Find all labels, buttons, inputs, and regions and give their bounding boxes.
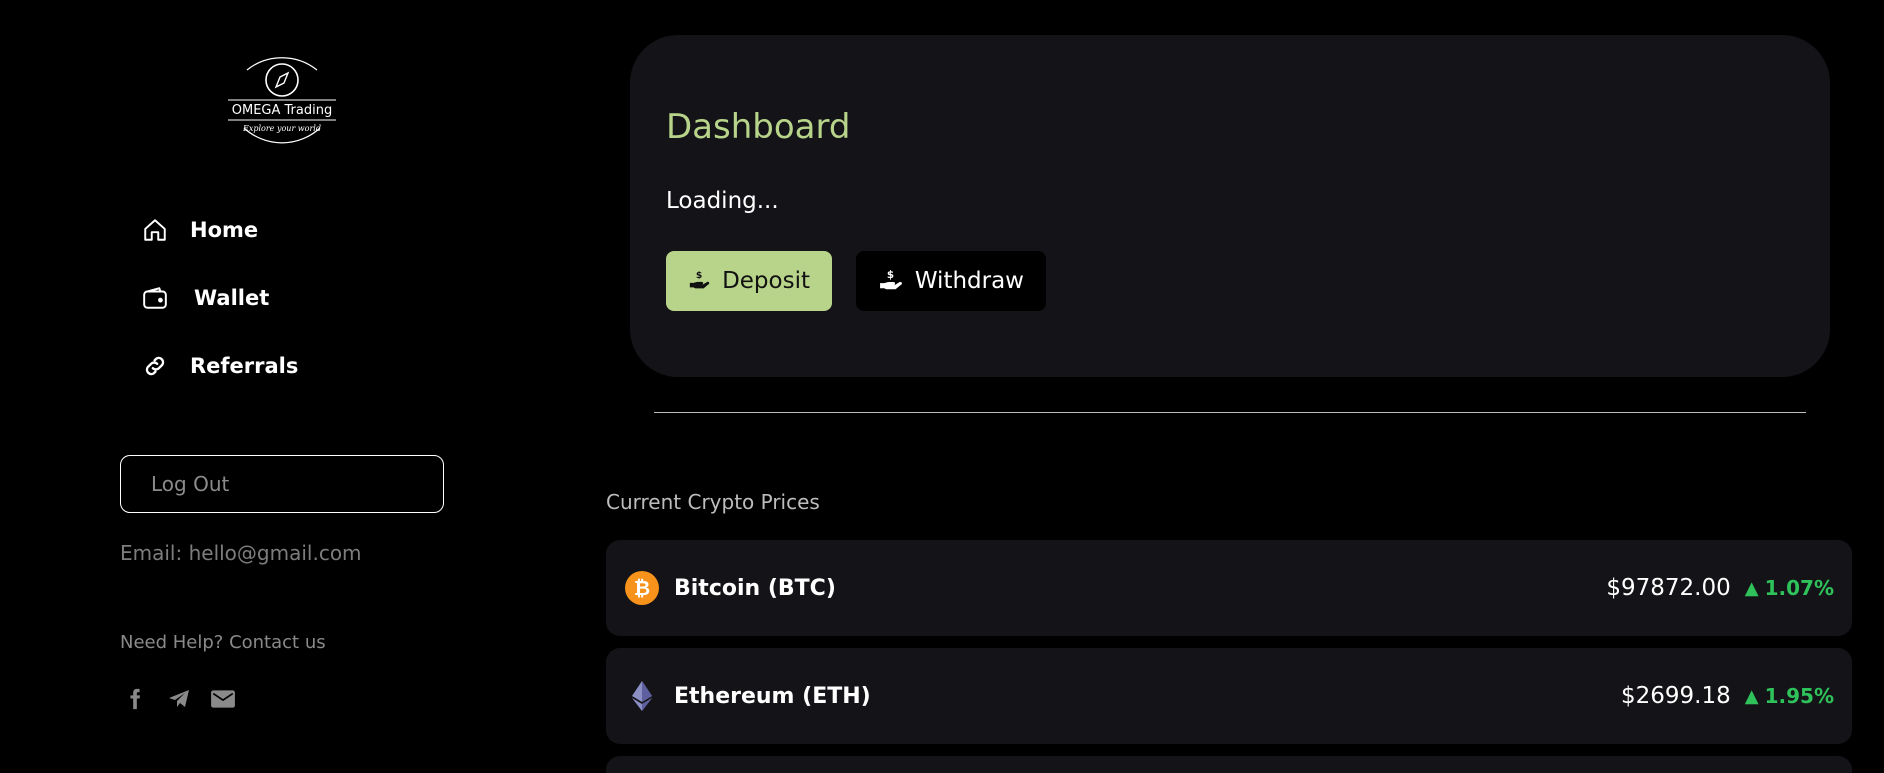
divider	[654, 412, 1806, 413]
sidebar-item-label: Wallet	[194, 286, 270, 310]
price-change-value: 1.95%	[1764, 684, 1834, 708]
svg-text:$: $	[696, 270, 702, 281]
brand-tagline: Explore your world	[242, 124, 321, 133]
coin-name: Bitcoin (BTC)	[674, 575, 836, 601]
sidebar-item-label: Referrals	[190, 354, 299, 378]
sidebar-item-wallet[interactable]: Wallet	[140, 278, 269, 318]
help-text: Need Help? Contact us	[120, 632, 326, 653]
bitcoin-icon: ₿	[624, 570, 660, 606]
svg-text:₿: ₿	[634, 576, 650, 600]
price-change-value: 1.07%	[1764, 576, 1834, 600]
svg-text:$: $	[887, 269, 894, 281]
price-row-ethereum[interactable]: Ethereum (ETH) $2699.18 ▲ 1.95%	[606, 648, 1852, 744]
triangle-up-icon: ▲	[1744, 577, 1759, 599]
triangle-up-icon: ▲	[1744, 685, 1759, 707]
coin-name: Ethereum (ETH)	[674, 683, 871, 709]
compass-logo-icon: OMEGA Trading Explore your world	[228, 57, 336, 144]
facebook-icon[interactable]	[120, 684, 150, 714]
loading-status: Loading...	[666, 188, 779, 214]
hand-dollar-icon: $	[689, 270, 710, 289]
logout-button[interactable]: Log Out	[120, 455, 444, 513]
telegram-icon[interactable]	[164, 684, 194, 714]
ethereum-icon	[624, 678, 660, 714]
mail-icon[interactable]	[208, 684, 238, 714]
price-change-badge: ▲ 1.07%	[1745, 576, 1834, 600]
price-row-partial[interactable]	[606, 756, 1852, 773]
social-links	[120, 684, 238, 714]
hand-dollar-icon: $	[880, 269, 902, 290]
withdraw-label: Withdraw	[914, 268, 1024, 294]
deposit-label: Deposit	[722, 268, 810, 294]
withdraw-button[interactable]: $ Withdraw	[856, 251, 1046, 311]
crypto-prices-title: Current Crypto Prices	[606, 490, 820, 514]
sidebar-item-referrals[interactable]: Referrals	[140, 346, 298, 386]
omega-trading-logo[interactable]: OMEGA Trading Explore your world	[222, 40, 342, 156]
coin-price: $97872.00	[1606, 575, 1731, 601]
price-change-badge: ▲ 1.95%	[1745, 684, 1834, 708]
deposit-button[interactable]: $ Deposit	[666, 251, 832, 311]
brand-name: OMEGA Trading	[232, 103, 332, 118]
home-icon	[140, 215, 170, 245]
sidebar-item-label: Home	[190, 218, 259, 242]
coin-price: $2699.18	[1621, 683, 1731, 709]
wallet-icon	[140, 283, 170, 313]
sidebar-item-home[interactable]: Home	[140, 210, 258, 250]
page-title: Dashboard	[666, 107, 851, 147]
link-icon	[140, 351, 170, 381]
sidebar: OMEGA Trading Explore your world Home Wa…	[0, 0, 560, 773]
user-email: Email: hello@gmail.com	[120, 541, 362, 565]
dashboard-card: Dashboard Loading... $ Deposit $ Withdra…	[630, 35, 1830, 377]
price-row-bitcoin[interactable]: ₿ Bitcoin (BTC) $97872.00 ▲ 1.07%	[606, 540, 1852, 636]
